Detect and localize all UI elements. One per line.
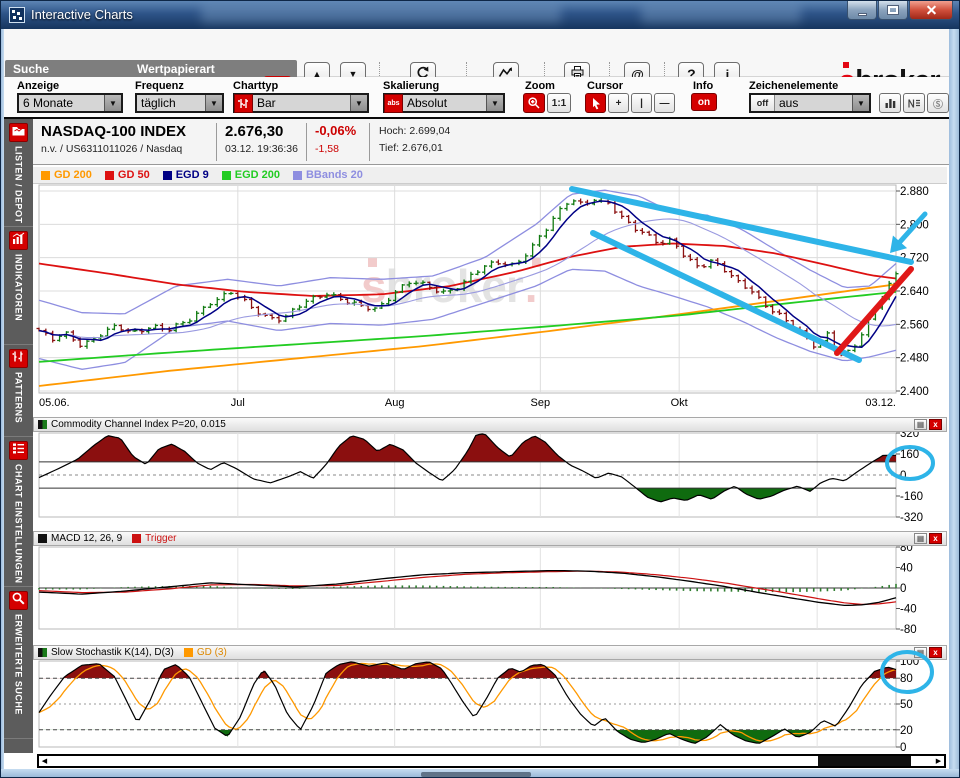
macd-series-icon bbox=[38, 534, 47, 543]
legend-label: EGD 9 bbox=[176, 169, 209, 181]
svg-text:2.880: 2.880 bbox=[900, 186, 929, 198]
trigger-label: Trigger bbox=[145, 533, 176, 544]
window-frame-left bbox=[1, 29, 4, 778]
svg-text:0: 0 bbox=[900, 742, 906, 754]
svg-text:40: 40 bbox=[900, 563, 913, 575]
legend-item-gd-200: GD 200 bbox=[41, 169, 92, 181]
svg-text:-160: -160 bbox=[900, 491, 923, 503]
main-chart-legend: GD 200 GD 50 EGD 9 EGD 200 BBands 20 bbox=[33, 167, 947, 184]
scroll-right-arrow[interactable]: ▶ bbox=[933, 756, 944, 766]
app-window: Interactive Charts Suche Wertpapierart I… bbox=[0, 0, 960, 778]
svg-text:2.560: 2.560 bbox=[900, 319, 929, 331]
svg-text:2.720: 2.720 bbox=[900, 253, 929, 265]
svg-text:2.480: 2.480 bbox=[900, 353, 929, 365]
svg-text:50: 50 bbox=[900, 699, 913, 711]
macd-panel-header: MACD 12, 26, 9 Trigger ▦x bbox=[33, 531, 947, 546]
macd-panel: 80400-40-80 bbox=[39, 542, 917, 636]
stochastic-title: Slow Stochastik K(14), D(3) bbox=[51, 647, 174, 658]
trigger-series-icon bbox=[132, 534, 141, 543]
stochastic-panel: 1008050200 bbox=[39, 656, 919, 754]
charts-canvas[interactable]: 2.880 2.800 2.720 2.640 2.560 2.480 2.400 05.06… bbox=[1, 1, 960, 778]
legend-label: GD 50 bbox=[118, 169, 150, 181]
legend-color-box bbox=[41, 171, 50, 180]
svg-text:2.400: 2.400 bbox=[900, 386, 929, 398]
egd9-line bbox=[39, 201, 896, 347]
cci-panel: 3201600-160-320 bbox=[39, 428, 923, 524]
svg-text:Sep: Sep bbox=[531, 397, 551, 409]
scrollbar-thumb[interactable] bbox=[818, 756, 911, 766]
legend-item-egd-200: EGD 200 bbox=[222, 169, 280, 181]
cci-title: Commodity Channel Index P=20, 0.015 bbox=[51, 419, 226, 430]
stochastic-panel-header: Slow Stochastik K(14), D(3) GD (3) ▦x bbox=[33, 645, 947, 660]
legend-item-gd-50: GD 50 bbox=[105, 169, 150, 181]
cci-series-icon bbox=[38, 420, 47, 429]
svg-text:03.12.: 03.12. bbox=[865, 397, 896, 409]
svg-text:Jul: Jul bbox=[231, 397, 245, 409]
panel-close-button[interactable]: x bbox=[929, 533, 942, 544]
legend-color-box bbox=[105, 171, 114, 180]
svg-text:2.800: 2.800 bbox=[900, 219, 929, 231]
panel-settings-button[interactable]: ▦ bbox=[914, 533, 927, 544]
gd200-line bbox=[39, 284, 896, 386]
svg-text:0: 0 bbox=[900, 470, 906, 482]
svg-text:-320: -320 bbox=[900, 512, 923, 524]
main-chart: 2.880 2.800 2.720 2.640 2.560 2.480 2.400 05.06… bbox=[37, 185, 929, 409]
gd3-series-icon bbox=[184, 648, 193, 657]
legend-label: EGD 200 bbox=[235, 169, 280, 181]
panel-settings-button[interactable]: ▦ bbox=[914, 419, 927, 430]
legend-color-box bbox=[222, 171, 231, 180]
legend-item-bbands-20: BBands 20 bbox=[293, 169, 363, 181]
svg-text:-80: -80 bbox=[900, 624, 917, 636]
horizontal-scrollbar[interactable]: ◀ ▶ bbox=[37, 754, 946, 768]
gd50-line bbox=[39, 244, 896, 297]
scroll-left-arrow[interactable]: ◀ bbox=[39, 756, 50, 766]
window-frame-right bbox=[949, 29, 960, 778]
svg-text:160: 160 bbox=[900, 449, 919, 461]
legend-color-box bbox=[293, 171, 302, 180]
legend-color-box bbox=[163, 171, 172, 180]
window-resize-grip bbox=[421, 772, 531, 777]
macd-title: MACD 12, 26, 9 bbox=[51, 533, 122, 544]
legend-label: BBands 20 bbox=[306, 169, 363, 181]
scrollbar-track[interactable] bbox=[50, 756, 933, 766]
bbands-lower bbox=[39, 269, 896, 369]
svg-text:80: 80 bbox=[900, 673, 913, 685]
svg-text:05.06.: 05.06. bbox=[39, 397, 70, 409]
svg-text:2.640: 2.640 bbox=[900, 286, 929, 298]
svg-text:0: 0 bbox=[900, 583, 906, 595]
legend-label: GD 200 bbox=[54, 169, 92, 181]
svg-text:Okt: Okt bbox=[671, 397, 688, 409]
panel-close-button[interactable]: x bbox=[929, 419, 942, 430]
panel-close-button[interactable]: x bbox=[929, 647, 942, 658]
panel-settings-button[interactable]: ▦ bbox=[914, 647, 927, 658]
bbands-mid bbox=[39, 219, 896, 338]
stochastic-series-icon bbox=[38, 648, 47, 657]
cci-panel-header: Commodity Channel Index P=20, 0.015 ▦x bbox=[33, 417, 947, 432]
svg-text:Aug: Aug bbox=[385, 397, 405, 409]
legend-item-egd-9: EGD 9 bbox=[163, 169, 209, 181]
gd3-label: GD (3) bbox=[197, 647, 227, 658]
svg-text:-40: -40 bbox=[900, 604, 917, 616]
svg-text:20: 20 bbox=[900, 725, 913, 737]
